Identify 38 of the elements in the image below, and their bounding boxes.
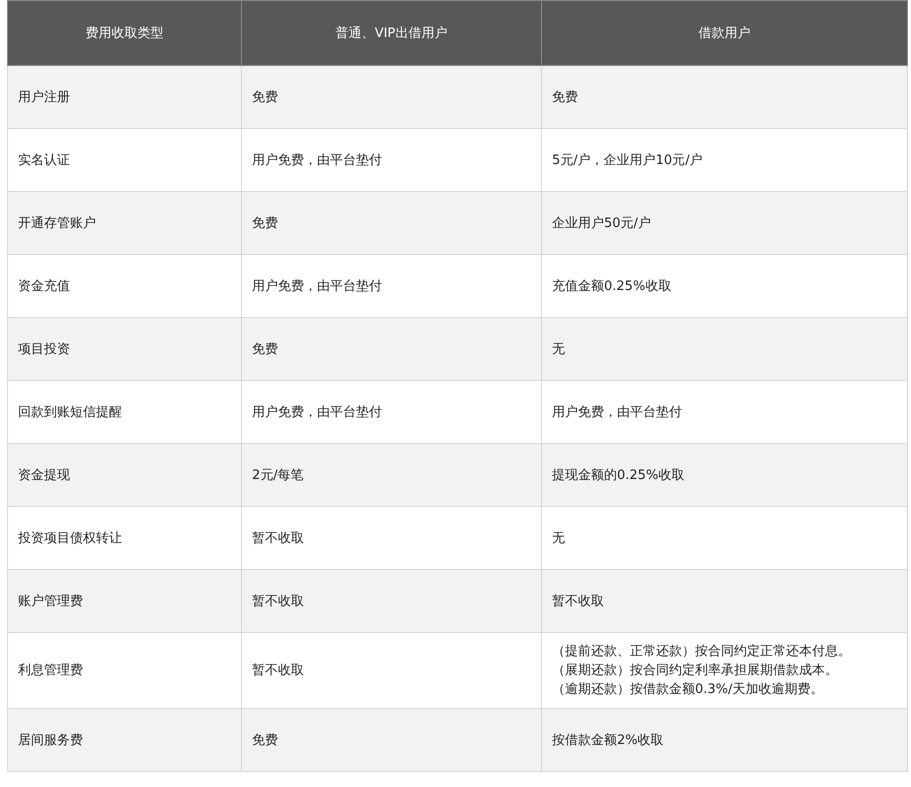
table-cell: 投资项目债权转让 <box>8 506 242 570</box>
table-cell: 利息管理费 <box>8 632 242 708</box>
table-cell: 免费 <box>242 708 542 772</box>
table-cell: 资金提现 <box>8 444 242 506</box>
table-cell: 用户免费，由平台垫付 <box>542 380 908 444</box>
table-cell: 用户免费，由平台垫付 <box>242 128 542 192</box>
table-cell: 免费 <box>242 192 542 254</box>
table-cell: 居间服务费 <box>8 708 242 772</box>
table-cell: 暂不收取 <box>242 506 542 570</box>
table-cell: 暂不收取 <box>542 570 908 632</box>
column-header: 普通、VIP出借用户 <box>242 0 542 66</box>
table-cell: 暂不收取 <box>242 570 542 632</box>
table-cell: 账户管理费 <box>8 570 242 632</box>
column-header: 借款用户 <box>542 0 908 66</box>
table-cell: 免费 <box>242 66 542 128</box>
table-cell: 暂不收取 <box>242 632 542 708</box>
table-cell: 免费 <box>542 66 908 128</box>
table-cell: 提现金额的0.25%收取 <box>542 444 908 506</box>
table-cell: 无 <box>542 506 908 570</box>
table-cell: 5元/户，企业用户10元/户 <box>542 128 908 192</box>
table-cell: 免费 <box>242 318 542 380</box>
cell-text-line: （展期还款）按合同约定利率承担展期借款成本。 <box>552 662 839 680</box>
table-cell: 企业用户50元/户 <box>542 192 908 254</box>
table-cell: 2元/每笔 <box>242 444 542 506</box>
cell-text-line: （提前还款、正常还款）按合同约定正常还本付息。 <box>552 643 852 661</box>
table-cell: 项目投资 <box>8 318 242 380</box>
table-cell: 开通存管账户 <box>8 192 242 254</box>
table-cell: 充值金额0.25%收取 <box>542 254 908 318</box>
table-cell: 用户免费，由平台垫付 <box>242 254 542 318</box>
cell-text-line: （逾期还款）按借款金额0.3%/天加收逾期费。 <box>552 681 824 699</box>
table-cell: 回款到账短信提醒 <box>8 380 242 444</box>
table-cell: 用户免费，由平台垫付 <box>242 380 542 444</box>
table-cell: 无 <box>542 318 908 380</box>
column-header: 费用收取类型 <box>8 0 242 66</box>
table-cell: 按借款金额2%收取 <box>542 708 908 772</box>
table-cell: 实名认证 <box>8 128 242 192</box>
table-cell: 用户注册 <box>8 66 242 128</box>
table-cell: 资金充值 <box>8 254 242 318</box>
